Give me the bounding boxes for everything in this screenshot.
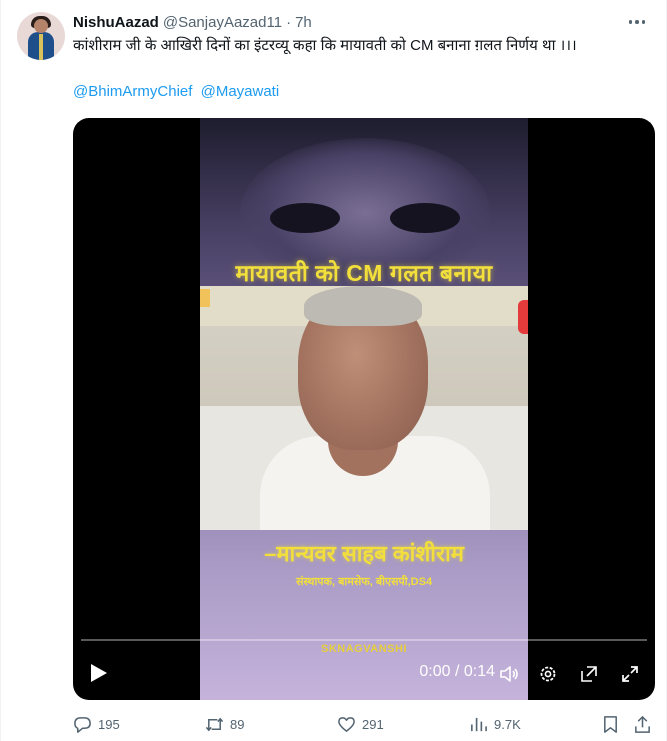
like-count: 291 <box>362 716 384 732</box>
play-button[interactable] <box>87 661 111 685</box>
tweet-mentions: @BhimArmyChief @Mayawati <box>73 82 279 102</box>
volume-icon <box>500 666 518 682</box>
video-photo <box>200 286 528 530</box>
retweet-icon <box>205 717 224 731</box>
settings-icon <box>540 666 556 682</box>
tweet-card[interactable]: NishuAazad @SanjayAazad11 · 7h कांशीराम … <box>0 0 667 741</box>
fullscreen-icon <box>622 666 638 682</box>
settings-button[interactable] <box>536 662 560 686</box>
popout-button[interactable] <box>577 662 601 686</box>
video-headline: मायावती को CM गलत बनाया <box>235 260 493 286</box>
tweet-timestamp[interactable]: 7h <box>295 14 312 31</box>
video-frame: मायावती को CM गलत बनाया –मान्यवर साहब का… <box>200 118 528 700</box>
tweet-header: NishuAazad @SanjayAazad11 · 7h <box>73 12 312 32</box>
author-display-name[interactable]: NishuAazad <box>73 14 159 31</box>
bookmark-icon <box>604 715 617 733</box>
video-subcaption: संस्थापक, बामसेफ, बीएसपी,DS4 <box>295 576 433 588</box>
share-icon <box>635 715 650 733</box>
views-button[interactable]: 9.7K <box>469 712 521 736</box>
fullscreen-button[interactable] <box>618 662 642 686</box>
reply-icon <box>74 716 91 733</box>
more-horizontal-icon[interactable] <box>626 12 648 32</box>
video-timecode: 0:00 / 0:14 <box>419 663 495 680</box>
author-handle[interactable]: @SanjayAazad11 <box>163 14 282 31</box>
volume-button[interactable] <box>497 662 521 686</box>
reply-count: 195 <box>98 716 120 732</box>
reply-button[interactable]: 195 <box>73 712 120 736</box>
mention-link[interactable]: @BhimArmyChief <box>73 83 192 100</box>
separator-dot: · <box>286 13 292 31</box>
views-icon <box>471 717 487 731</box>
video-progress-bar[interactable] <box>81 639 647 641</box>
like-button[interactable]: 291 <box>337 712 384 736</box>
share-button[interactable] <box>633 712 658 736</box>
retweet-count: 89 <box>230 716 245 732</box>
tweet-actions: 195 89 291 9.7K <box>73 712 655 736</box>
like-icon <box>338 716 355 732</box>
retweet-button[interactable]: 89 <box>205 712 244 736</box>
mention-link[interactable]: @Mayawati <box>201 83 280 100</box>
popout-icon <box>581 666 597 682</box>
avatar[interactable] <box>17 12 65 60</box>
play-icon <box>91 664 107 682</box>
video-player[interactable]: मायावती को CM गलत बनाया –मान्यवर साहब का… <box>73 118 655 700</box>
tweet-text: कांशीराम जी के आखिरी दिनों का इंटरव्यू क… <box>73 37 577 54</box>
video-caption: –मान्यवर साहब कांशीराम <box>264 541 464 566</box>
video-watermark: SKNAGVANSHI <box>321 643 407 655</box>
views-count: 9.7K <box>494 716 521 732</box>
bookmark-button[interactable] <box>601 712 626 736</box>
